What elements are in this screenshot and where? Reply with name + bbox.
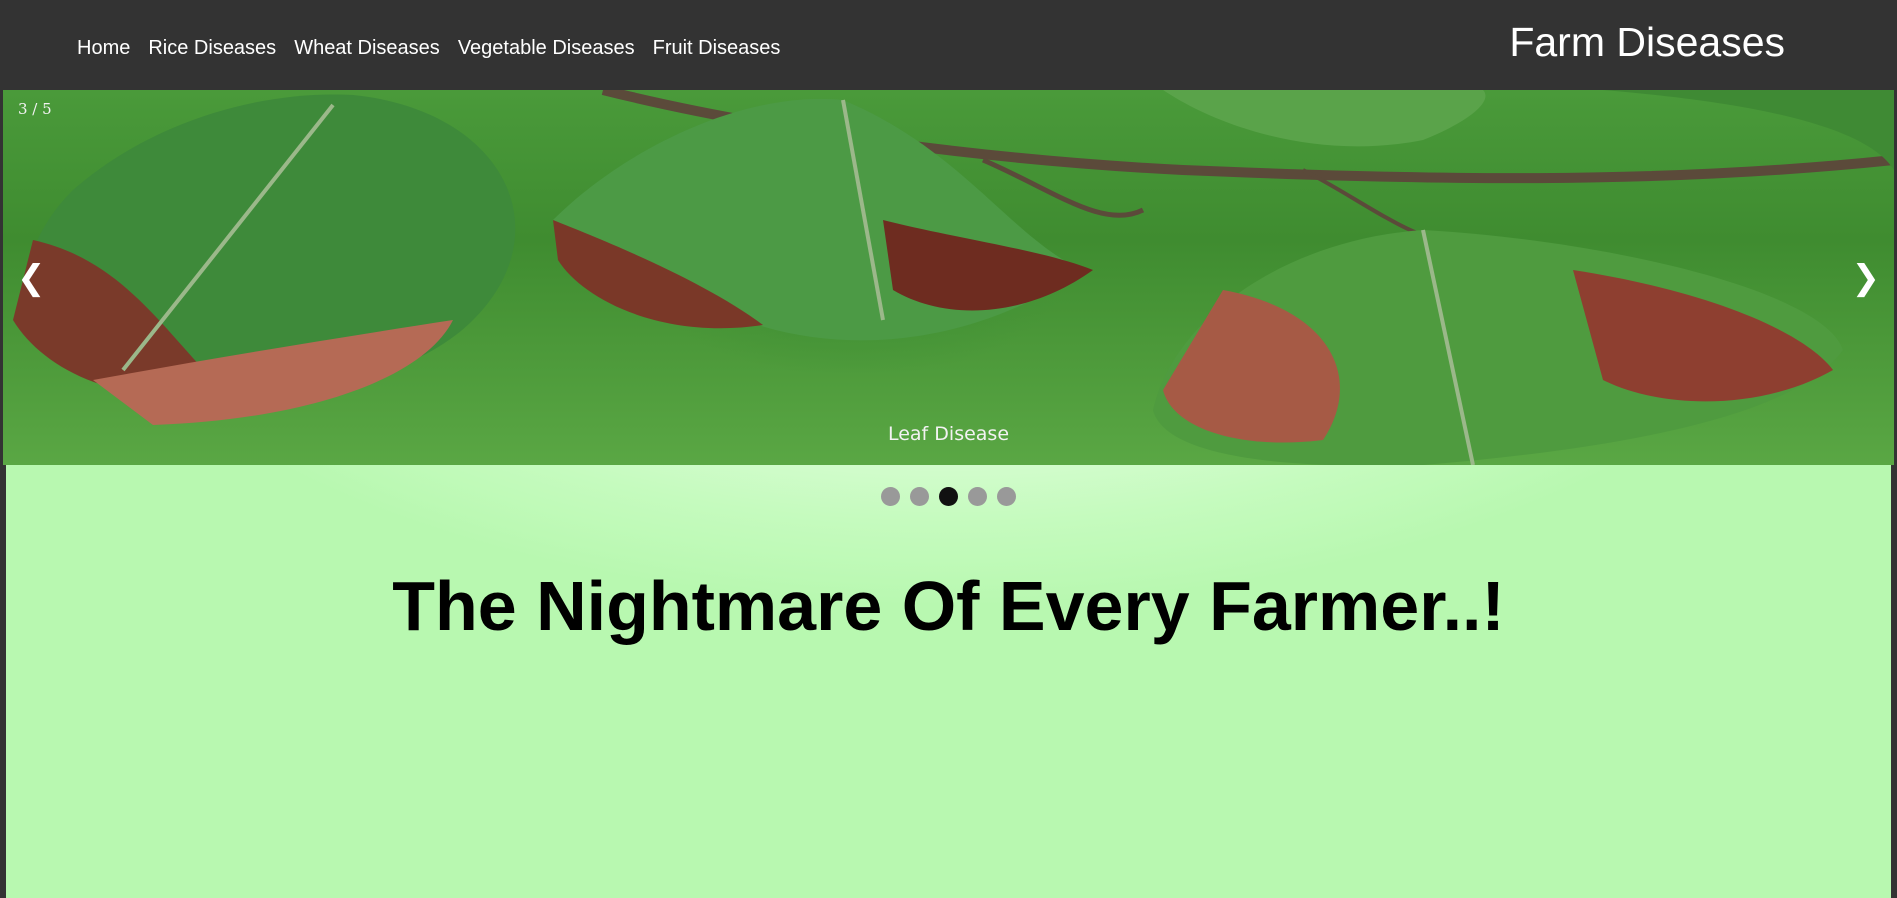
next-slide-button[interactable]: ❯	[1852, 260, 1881, 296]
slide-dot-1[interactable]	[881, 487, 900, 506]
slide-dot-4[interactable]	[968, 487, 987, 506]
site-brand-title: Farm Diseases	[1509, 19, 1785, 65]
top-navbar: Home Rice Diseases Wheat Diseases Vegeta…	[0, 0, 1897, 90]
nav-rice-diseases-link[interactable]: Rice Diseases	[139, 36, 285, 60]
slide-indicator-dots	[0, 487, 1897, 506]
nav-vegetable-diseases-link[interactable]: Vegetable Diseases	[449, 36, 644, 60]
slide-dot-3[interactable]	[939, 487, 958, 506]
page-headline: The Nightmare Of Every Farmer..!	[392, 567, 1505, 645]
previous-slide-button[interactable]: ❯	[17, 258, 46, 298]
slide-caption: Leaf Disease	[887, 423, 1010, 445]
image-slideshow: 3 / 5 ❯ ❯ Leaf Disease	[3, 90, 1894, 465]
slide-dot-2[interactable]	[910, 487, 929, 506]
slide-counter: 3 / 5	[18, 100, 52, 118]
nav-fruit-diseases-link[interactable]: Fruit Diseases	[644, 36, 790, 60]
slide-dot-5[interactable]	[997, 487, 1016, 506]
slide-image-leaves	[13, 90, 1894, 465]
nav-home-link[interactable]: Home	[68, 36, 139, 60]
nav-wheat-diseases-link[interactable]: Wheat Diseases	[285, 36, 449, 60]
nav-menu: Home Rice Diseases Wheat Diseases Vegeta…	[68, 36, 789, 60]
